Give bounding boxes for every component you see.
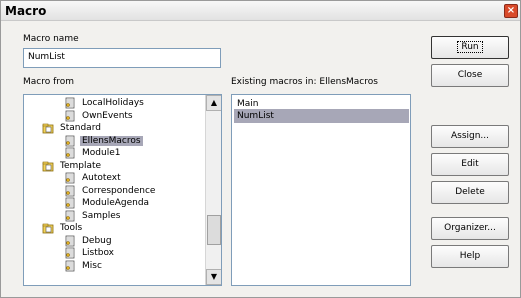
tree-scrollbar[interactable]: ▲ ▼	[205, 95, 221, 285]
scroll-up-icon[interactable]: ▲	[206, 95, 221, 111]
existing-macros-list[interactable]: Main NumList	[231, 94, 411, 286]
macro-dialog: Macro × Macro name NumList Macro from Ex…	[0, 0, 521, 298]
macro-library-tree[interactable]: ▲ ▼ LocalHolidays OwnEvents Standard Ellens…	[23, 94, 222, 286]
close-icon[interactable]: ×	[504, 4, 518, 18]
module-icon	[64, 172, 76, 184]
tree-item-label: Standard	[60, 123, 101, 133]
tree-item-label: Template	[60, 160, 102, 171]
tree-item-label: ModuleAgenda	[82, 198, 150, 208]
tree-item-label: Listbox	[82, 248, 115, 258]
macro-name-label: Macro name	[23, 34, 79, 44]
existing-macros-label: Existing macros in: EllensMacros	[231, 77, 378, 87]
tree-item-label: OwnEvents	[82, 110, 133, 121]
library-icon	[42, 222, 54, 234]
run-button[interactable]: Run	[431, 36, 509, 59]
tree-item-label: Module1	[82, 148, 121, 158]
window-title: Macro	[5, 4, 47, 18]
module-icon	[64, 260, 76, 272]
assign-button[interactable]: Assign...	[431, 125, 509, 148]
library-icon	[42, 160, 54, 172]
tree-item-label: Tools	[60, 223, 83, 233]
run-button-label: Run	[457, 41, 483, 53]
module-icon	[64, 197, 76, 209]
module-icon	[64, 210, 76, 222]
edit-button[interactable]: Edit	[431, 153, 509, 176]
macro-name-input[interactable]: NumList	[23, 48, 221, 68]
close-button[interactable]: Close	[431, 64, 509, 87]
library-icon	[42, 122, 54, 134]
tree-item-label: LocalHolidays	[82, 98, 144, 108]
tree-item-label: Debug	[82, 235, 112, 246]
scroll-down-icon[interactable]: ▼	[206, 269, 221, 285]
module-icon	[64, 110, 76, 122]
module-icon	[64, 97, 76, 109]
macro-from-label: Macro from	[23, 77, 75, 87]
help-button[interactable]: Help	[431, 245, 509, 268]
scroll-thumb[interactable]	[207, 215, 221, 245]
module-icon	[64, 247, 76, 259]
module-icon	[64, 147, 76, 159]
tree-item-label: Samples	[82, 210, 121, 221]
title-bar: Macro ×	[1, 1, 520, 21]
tree-item[interactable]: Misc	[64, 259, 104, 273]
tree-item-label: Misc	[82, 260, 102, 271]
module-icon	[64, 235, 76, 247]
tree-item-label: Correspondence	[82, 185, 156, 196]
macro-list-item[interactable]: NumList	[234, 109, 409, 123]
delete-button[interactable]: Delete	[431, 181, 509, 204]
module-icon	[64, 135, 76, 147]
tree-item-label: Autotext	[82, 173, 121, 183]
tree-item-label: EllensMacros	[80, 135, 143, 146]
organizer-button[interactable]: Organizer...	[431, 217, 509, 240]
module-icon	[64, 185, 76, 197]
